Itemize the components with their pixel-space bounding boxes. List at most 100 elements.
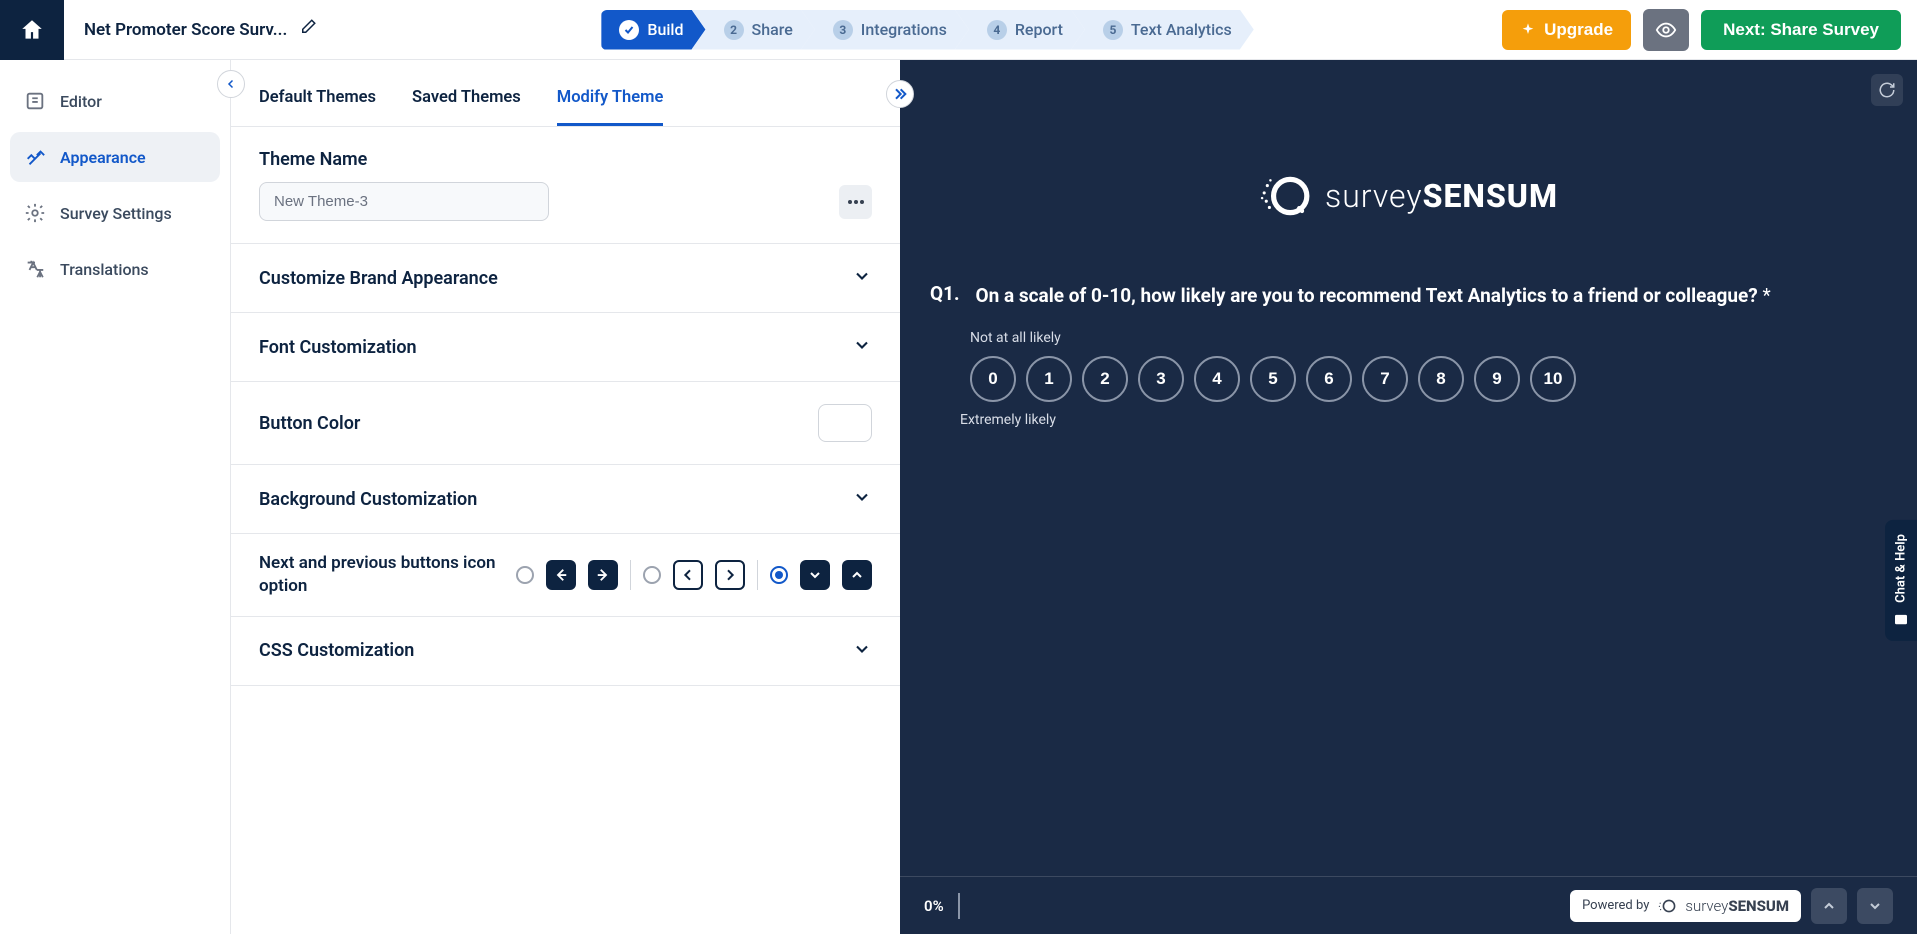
arrow-right-icon	[588, 560, 618, 590]
tab-saved-themes[interactable]: Saved Themes	[412, 78, 521, 126]
nps-option-3[interactable]: 3	[1138, 356, 1184, 402]
chevron-down-icon	[1867, 898, 1883, 914]
section-font-customization[interactable]: Font Customization	[259, 335, 872, 359]
nps-option-9[interactable]: 9	[1474, 356, 1520, 402]
chevron-down-icon	[852, 487, 872, 511]
step-num: 4	[987, 20, 1007, 40]
divider	[757, 560, 758, 590]
chevron-left-icon	[225, 78, 237, 90]
powered-by-label: Powered by	[1582, 898, 1649, 913]
dots-icon	[847, 200, 865, 204]
section-title: Customize Brand Appearance	[259, 268, 498, 289]
step-text-analytics[interactable]: 5 Text Analytics	[1071, 10, 1254, 50]
tab-label: Modify Theme	[557, 88, 664, 107]
nps-option-0[interactable]: 0	[970, 356, 1016, 402]
step-build[interactable]: Build	[601, 10, 705, 50]
powered-thin: survey	[1685, 897, 1728, 915]
powered-bold: SENSUM	[1728, 897, 1789, 915]
step-label: Build	[647, 20, 683, 39]
tab-default-themes[interactable]: Default Themes	[259, 78, 376, 126]
chevron-up-boxed-icon	[842, 560, 872, 590]
sidebar-item-settings[interactable]: Survey Settings	[10, 188, 220, 238]
home-icon	[19, 17, 45, 43]
tab-label: Saved Themes	[412, 88, 521, 107]
step-label: Report	[1015, 20, 1063, 39]
nps-option-2[interactable]: 2	[1082, 356, 1128, 402]
survey-prev-button[interactable]	[1811, 888, 1847, 924]
sidebar-item-label: Survey Settings	[60, 204, 172, 223]
powered-by-badge[interactable]: Powered by surveySENSUM	[1570, 890, 1801, 922]
nav-icon-radio-2[interactable]	[643, 566, 661, 584]
section-title: Background Customization	[259, 489, 477, 510]
chevron-up-icon	[1821, 898, 1837, 914]
upgrade-button[interactable]: Upgrade	[1502, 10, 1631, 50]
nps-option-7[interactable]: 7	[1362, 356, 1408, 402]
question-text: On a scale of 0-10, how likely are you t…	[976, 284, 1758, 307]
refresh-preview-button[interactable]	[1871, 74, 1903, 106]
collapse-preview-button[interactable]	[886, 80, 914, 108]
next-label: Next: Share Survey	[1723, 20, 1879, 39]
eye-icon	[1655, 19, 1677, 41]
upgrade-label: Upgrade	[1544, 20, 1613, 40]
chevron-down-icon	[852, 266, 872, 290]
step-integrations[interactable]: 3 Integrations	[801, 10, 969, 50]
sidebar: Editor Appearance Survey Settings Transl…	[0, 60, 230, 934]
step-label: Text Analytics	[1131, 20, 1232, 39]
section-nav-icons: Next and previous buttons icon option	[231, 534, 900, 617]
arrow-left-icon	[546, 560, 576, 590]
editor-icon	[24, 90, 46, 112]
section-customize-brand[interactable]: Customize Brand Appearance	[259, 266, 872, 290]
next-share-button[interactable]: Next: Share Survey	[1701, 10, 1901, 50]
sidebar-item-editor[interactable]: Editor	[10, 76, 220, 126]
home-button[interactable]	[0, 0, 64, 60]
nps-option-6[interactable]: 6	[1306, 356, 1352, 402]
chevron-down-boxed-icon	[800, 560, 830, 590]
logo-text-thin: survey	[1325, 177, 1423, 215]
step-label: Integrations	[861, 20, 947, 39]
nps-option-1[interactable]: 1	[1026, 356, 1072, 402]
nav-icon-label: Next and previous buttons icon option	[259, 552, 516, 598]
chevron-right-boxed-icon	[715, 560, 745, 590]
nps-option-5[interactable]: 5	[1250, 356, 1296, 402]
section-title: Font Customization	[259, 337, 417, 358]
nav-icon-radio-1[interactable]	[516, 566, 534, 584]
logo-text-bold: SENSUM	[1423, 177, 1558, 215]
nps-scale: 0 1 2 3 4 5 6 7 8 9 10	[970, 356, 1887, 402]
progress-percent: 0%	[924, 897, 944, 915]
sidebar-item-label: Appearance	[60, 148, 146, 167]
sidebar-item-appearance[interactable]: Appearance	[10, 132, 220, 182]
sidebar-item-translations[interactable]: Translations	[10, 244, 220, 294]
section-background-customization[interactable]: Background Customization	[259, 487, 872, 511]
progress-bar	[958, 893, 960, 919]
preview-button[interactable]	[1643, 9, 1689, 51]
nps-option-4[interactable]: 4	[1194, 356, 1240, 402]
nps-option-10[interactable]: 10	[1530, 356, 1576, 402]
more-actions-button[interactable]	[839, 185, 872, 219]
button-color-swatch[interactable]	[818, 404, 872, 442]
nps-option-8[interactable]: 8	[1418, 356, 1464, 402]
logo-icon	[1259, 170, 1311, 222]
sparkle-icon	[1520, 22, 1536, 38]
theme-name-input[interactable]	[259, 182, 549, 221]
step-num: 5	[1103, 20, 1123, 40]
survey-logo: surveySENSUM	[930, 170, 1887, 222]
survey-next-button[interactable]	[1857, 888, 1893, 924]
chat-help-tab[interactable]: Chat & Help	[1885, 520, 1917, 641]
step-num: 3	[833, 20, 853, 40]
section-css-customization[interactable]: CSS Customization	[259, 639, 872, 663]
chevron-double-right-icon	[892, 86, 908, 102]
edit-title-icon[interactable]	[299, 18, 317, 41]
tab-label: Default Themes	[259, 88, 376, 107]
section-button-color[interactable]: Button Color	[259, 404, 872, 442]
collapse-sidebar-button[interactable]	[217, 70, 245, 98]
check-icon	[619, 20, 639, 40]
sidebar-item-label: Editor	[60, 92, 102, 111]
required-mark: *	[1758, 284, 1771, 307]
divider	[630, 560, 631, 590]
nav-icon-radio-3[interactable]	[770, 566, 788, 584]
tab-modify-theme[interactable]: Modify Theme	[557, 78, 664, 126]
step-label: Share	[752, 20, 793, 39]
step-share[interactable]: 2 Share	[692, 10, 815, 50]
chevron-down-icon	[852, 639, 872, 663]
step-report[interactable]: 4 Report	[955, 10, 1085, 50]
